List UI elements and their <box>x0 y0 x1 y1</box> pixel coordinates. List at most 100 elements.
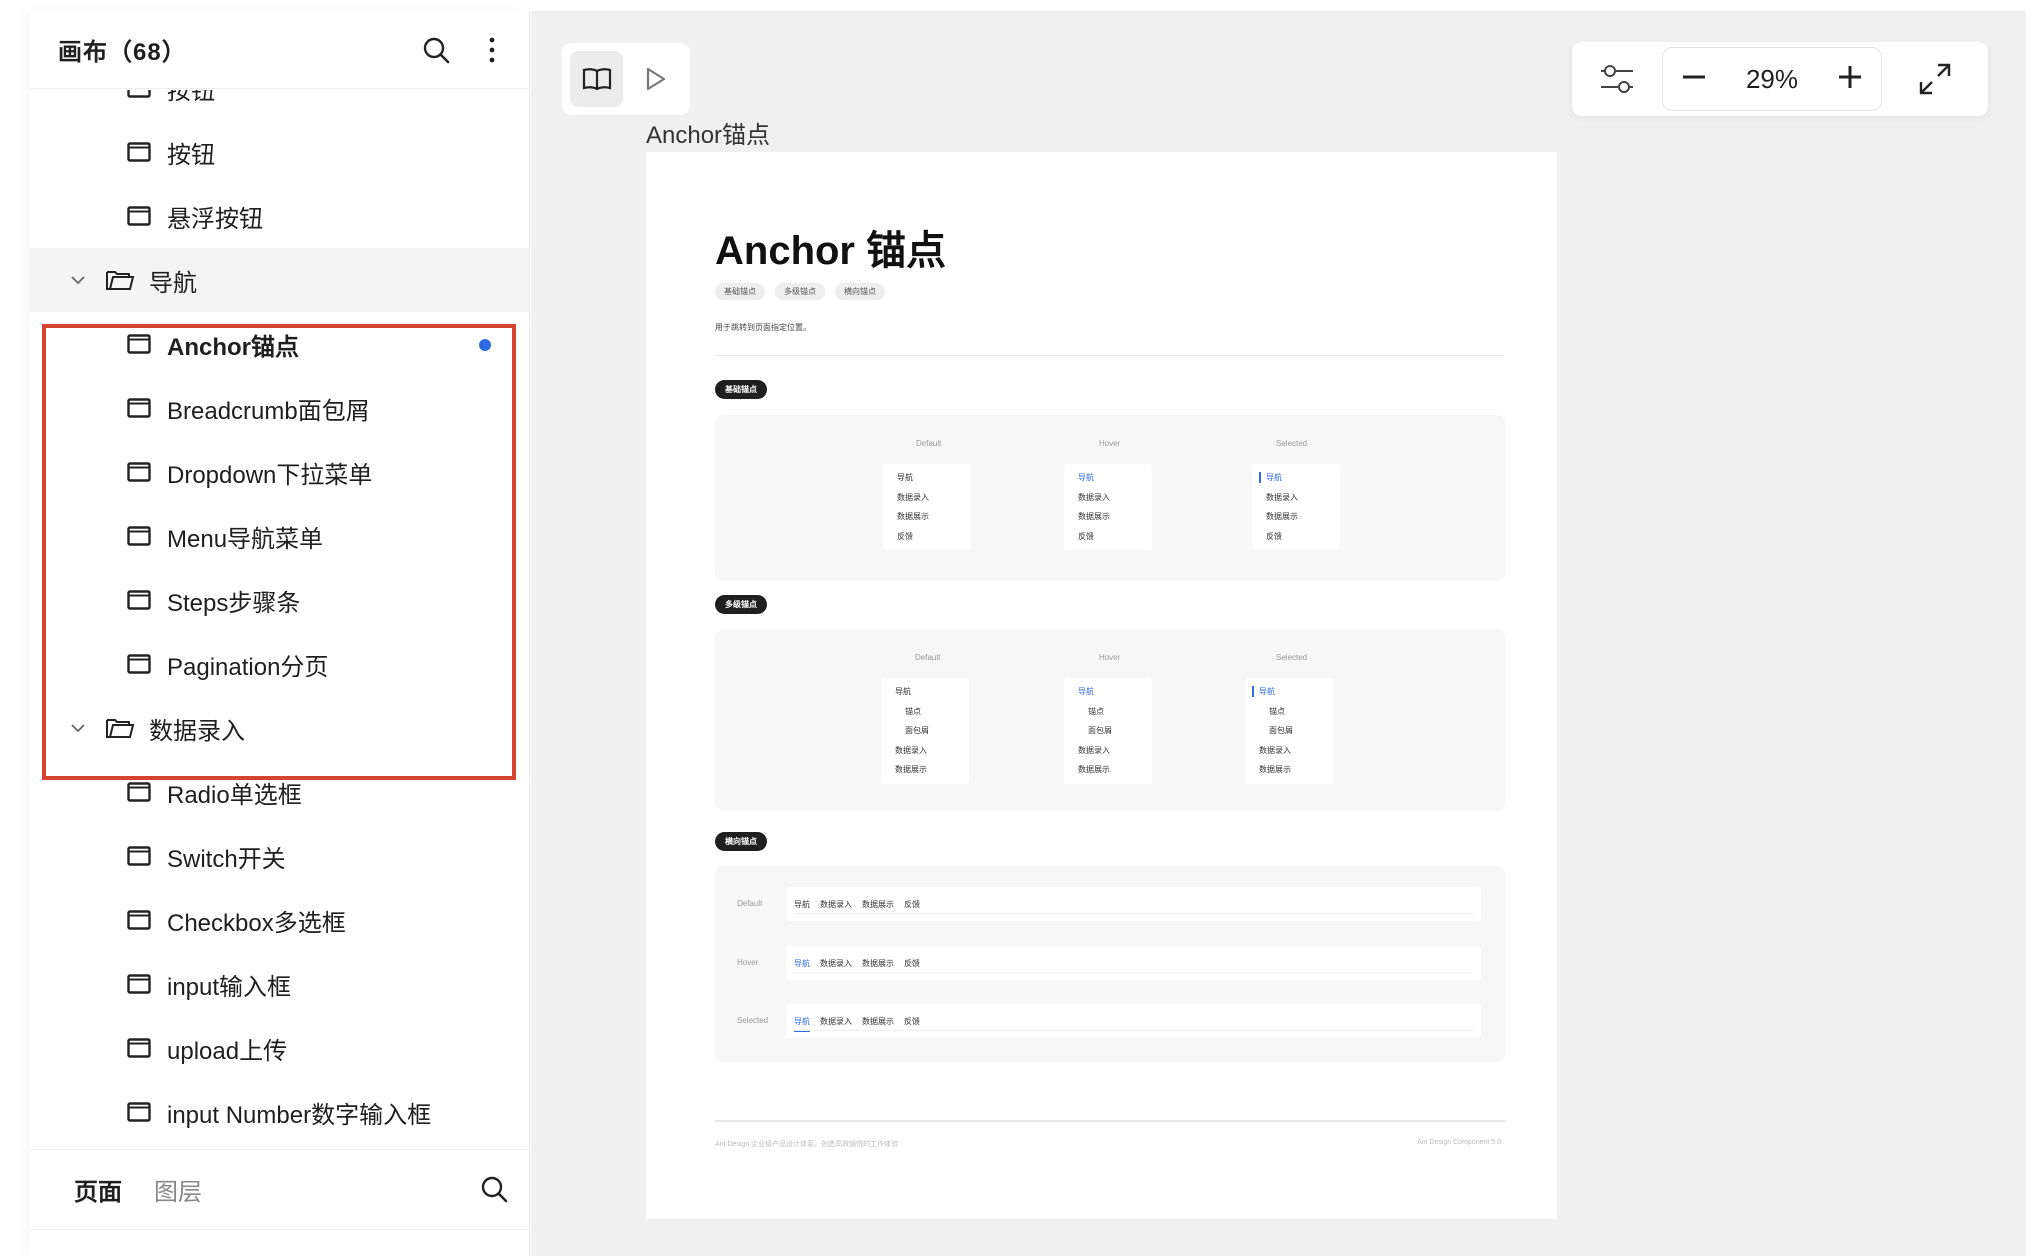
tree-item-label: Switch开关 <box>167 845 286 873</box>
tree-item-label: 数据录入 <box>149 717 245 745</box>
expand-icon[interactable] <box>1882 62 1988 96</box>
folder-open-icon <box>105 716 135 740</box>
page-icon <box>127 782 151 802</box>
artboard-footer-right: Ant Design Component 5.0 <box>1416 1139 1501 1146</box>
column-head: Hover <box>1099 653 1121 662</box>
anchor-link: 锚点 <box>1088 706 1104 716</box>
anchor-card-selected: 导航 数据录入 数据展示 反馈 <box>1252 464 1340 550</box>
anchor-link: 数据展示 <box>862 958 894 968</box>
tree-item-label: input Number数字输入框 <box>167 1101 432 1129</box>
page-icon <box>127 142 151 162</box>
mode-toggle <box>562 43 690 115</box>
tree-item-dropdown[interactable]: Dropdown下拉菜单 <box>30 440 529 504</box>
sidebar-footer: 页面 图层 <box>30 1149 529 1229</box>
tree-item-input[interactable]: input输入框 <box>30 952 529 1016</box>
page-icon <box>127 654 151 674</box>
sliders-icon[interactable] <box>1572 62 1662 96</box>
sidebar-header: 画布（68） <box>30 11 529 89</box>
artboard-anchor[interactable]: Anchor 锚点 基础锚点 多级锚点 横向锚点 用于跳转到页面指定位置。 基础… <box>646 152 1557 1219</box>
section-pill: 基础锚点 <box>715 380 767 399</box>
page-icon <box>127 846 151 866</box>
tag: 多级锚点 <box>775 283 825 300</box>
column-head: Selected <box>1276 439 1308 448</box>
tree-item-pagination[interactable]: Pagination分页 <box>30 632 529 696</box>
divider <box>715 355 1505 356</box>
anchor-link: 导航 <box>895 687 911 696</box>
tree-item-radio[interactable]: Radio单选框 <box>30 760 529 824</box>
folder-open-icon <box>105 268 135 292</box>
zoom-value[interactable]: 29% <box>1746 64 1798 95</box>
tree-item-button[interactable]: 按钮 <box>30 120 529 184</box>
row-label: Selected <box>737 1016 769 1025</box>
tree-item-input-number[interactable]: input Number数字输入框 <box>30 1080 529 1144</box>
tag: 横向锚点 <box>835 283 885 300</box>
horizontal-anchor-selected: 导航 数据录入 数据展示 反馈 <box>786 1004 1481 1038</box>
anchor-link: 数据录入 <box>1078 492 1110 502</box>
tree-item-label: 按钮 <box>167 90 215 105</box>
plus-icon[interactable] <box>1837 64 1863 95</box>
anchor-link: 数据录入 <box>1266 492 1298 502</box>
row-label: Hover <box>737 958 759 967</box>
anchor-link: 反馈 <box>1078 531 1094 541</box>
anchor-link: 导航 <box>1252 682 1333 702</box>
page-icon <box>127 462 151 482</box>
tree-item-breadcrumb[interactable]: Breadcrumb面包屑 <box>30 376 529 440</box>
book-icon[interactable] <box>570 51 623 107</box>
sidebar: 画布（68） 按钮 按钮 悬浮按钮 导航 Anchor锚点 Breadcrumb… <box>30 11 530 1256</box>
horizontal-anchor-hover: 导航 数据录入 数据展示 反馈 <box>786 946 1481 980</box>
anchor-link: 数据展示 <box>1078 512 1110 521</box>
anchor-link: 面包屑 <box>905 726 929 735</box>
anchor-link: 数据录入 <box>820 958 852 968</box>
anchor-link: 导航 <box>1078 687 1094 696</box>
anchor-link: 数据录入 <box>820 1016 852 1026</box>
frame-label[interactable]: Anchor锚点 <box>646 115 770 150</box>
tree-item-float-button[interactable]: 悬浮按钮 <box>30 184 529 248</box>
play-icon[interactable] <box>629 51 682 107</box>
search-icon[interactable] <box>477 1172 511 1206</box>
column-head: Hover <box>1099 439 1121 448</box>
page-icon <box>127 398 151 418</box>
column-head: Default <box>916 439 942 448</box>
page-icon <box>127 526 151 546</box>
tree-item-switch[interactable]: Switch开关 <box>30 824 529 888</box>
tree-item-menu[interactable]: Menu导航菜单 <box>30 504 529 568</box>
current-page-dot <box>479 339 491 351</box>
tree-folder-navigation[interactable]: 导航 <box>30 248 529 312</box>
tab-layers[interactable]: 图层 <box>154 1172 202 1207</box>
anchor-link: 数据展示 <box>862 899 894 909</box>
section-panel-basic: Default Hover Selected 导航 数据录入 数据展示 反馈 导… <box>715 415 1505 581</box>
horizontal-anchor-default: 导航 数据录入 数据展示 反馈 <box>786 887 1481 921</box>
more-vertical-icon[interactable] <box>475 33 509 67</box>
tree-item-upload[interactable]: upload上传 <box>30 1016 529 1080</box>
tree-item-label: Menu导航菜单 <box>167 525 324 553</box>
anchor-link: 数据录入 <box>1259 745 1291 755</box>
anchor-link: 数据录入 <box>1078 745 1110 755</box>
anchor-link: 导航 <box>897 473 913 482</box>
minus-icon[interactable] <box>1681 64 1707 95</box>
chevron-down-icon[interactable] <box>67 275 89 285</box>
chevron-down-icon[interactable] <box>67 723 89 733</box>
tree-item-label: Breadcrumb面包屑 <box>167 397 370 425</box>
search-icon[interactable] <box>419 33 453 67</box>
tree-item-label: input输入框 <box>167 973 292 1001</box>
divider <box>30 1229 529 1230</box>
column-head: Selected <box>1276 653 1308 662</box>
tree-folder-data-entry[interactable]: 数据录入 <box>30 696 529 760</box>
tree-item-checkbox[interactable]: Checkbox多选框 <box>30 888 529 952</box>
tree-item-label: Pagination分页 <box>167 653 329 681</box>
section-panel-horizontal: Default 导航 数据录入 数据展示 反馈 Hover 导航 数据录入 数据… <box>715 866 1505 1062</box>
anchor-link: 锚点 <box>905 706 921 716</box>
anchor-link: 反馈 <box>1266 531 1282 541</box>
tree-item-steps[interactable]: Steps步骤条 <box>30 568 529 632</box>
tab-pages[interactable]: 页面 <box>74 1172 122 1207</box>
anchor-card-selected: 导航 锚点 面包屑 数据录入 数据展示 <box>1245 678 1333 784</box>
row-label: Default <box>737 899 763 908</box>
tree-item-anchor[interactable]: Anchor锚点 <box>30 312 529 376</box>
canvas[interactable]: Anchor锚点 29% Anchor 锚点 基础锚点 多级锚点 横向锚点 用于… <box>531 11 2026 1256</box>
zoom-control: 29% <box>1662 47 1882 111</box>
anchor-link: 数据展示 <box>1078 765 1110 774</box>
tree-item-label: 悬浮按钮 <box>167 205 263 233</box>
page-icon <box>127 90 151 98</box>
tree-item-partial[interactable]: 按钮 <box>30 90 529 120</box>
page-icon <box>127 206 151 226</box>
